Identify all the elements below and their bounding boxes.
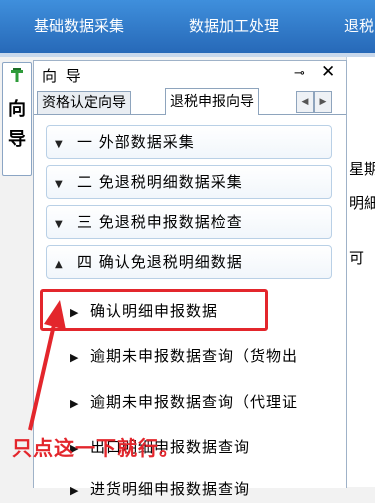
annotation-text: 只点这一下就行。 xyxy=(12,436,180,460)
annotation-arrow xyxy=(28,300,66,431)
